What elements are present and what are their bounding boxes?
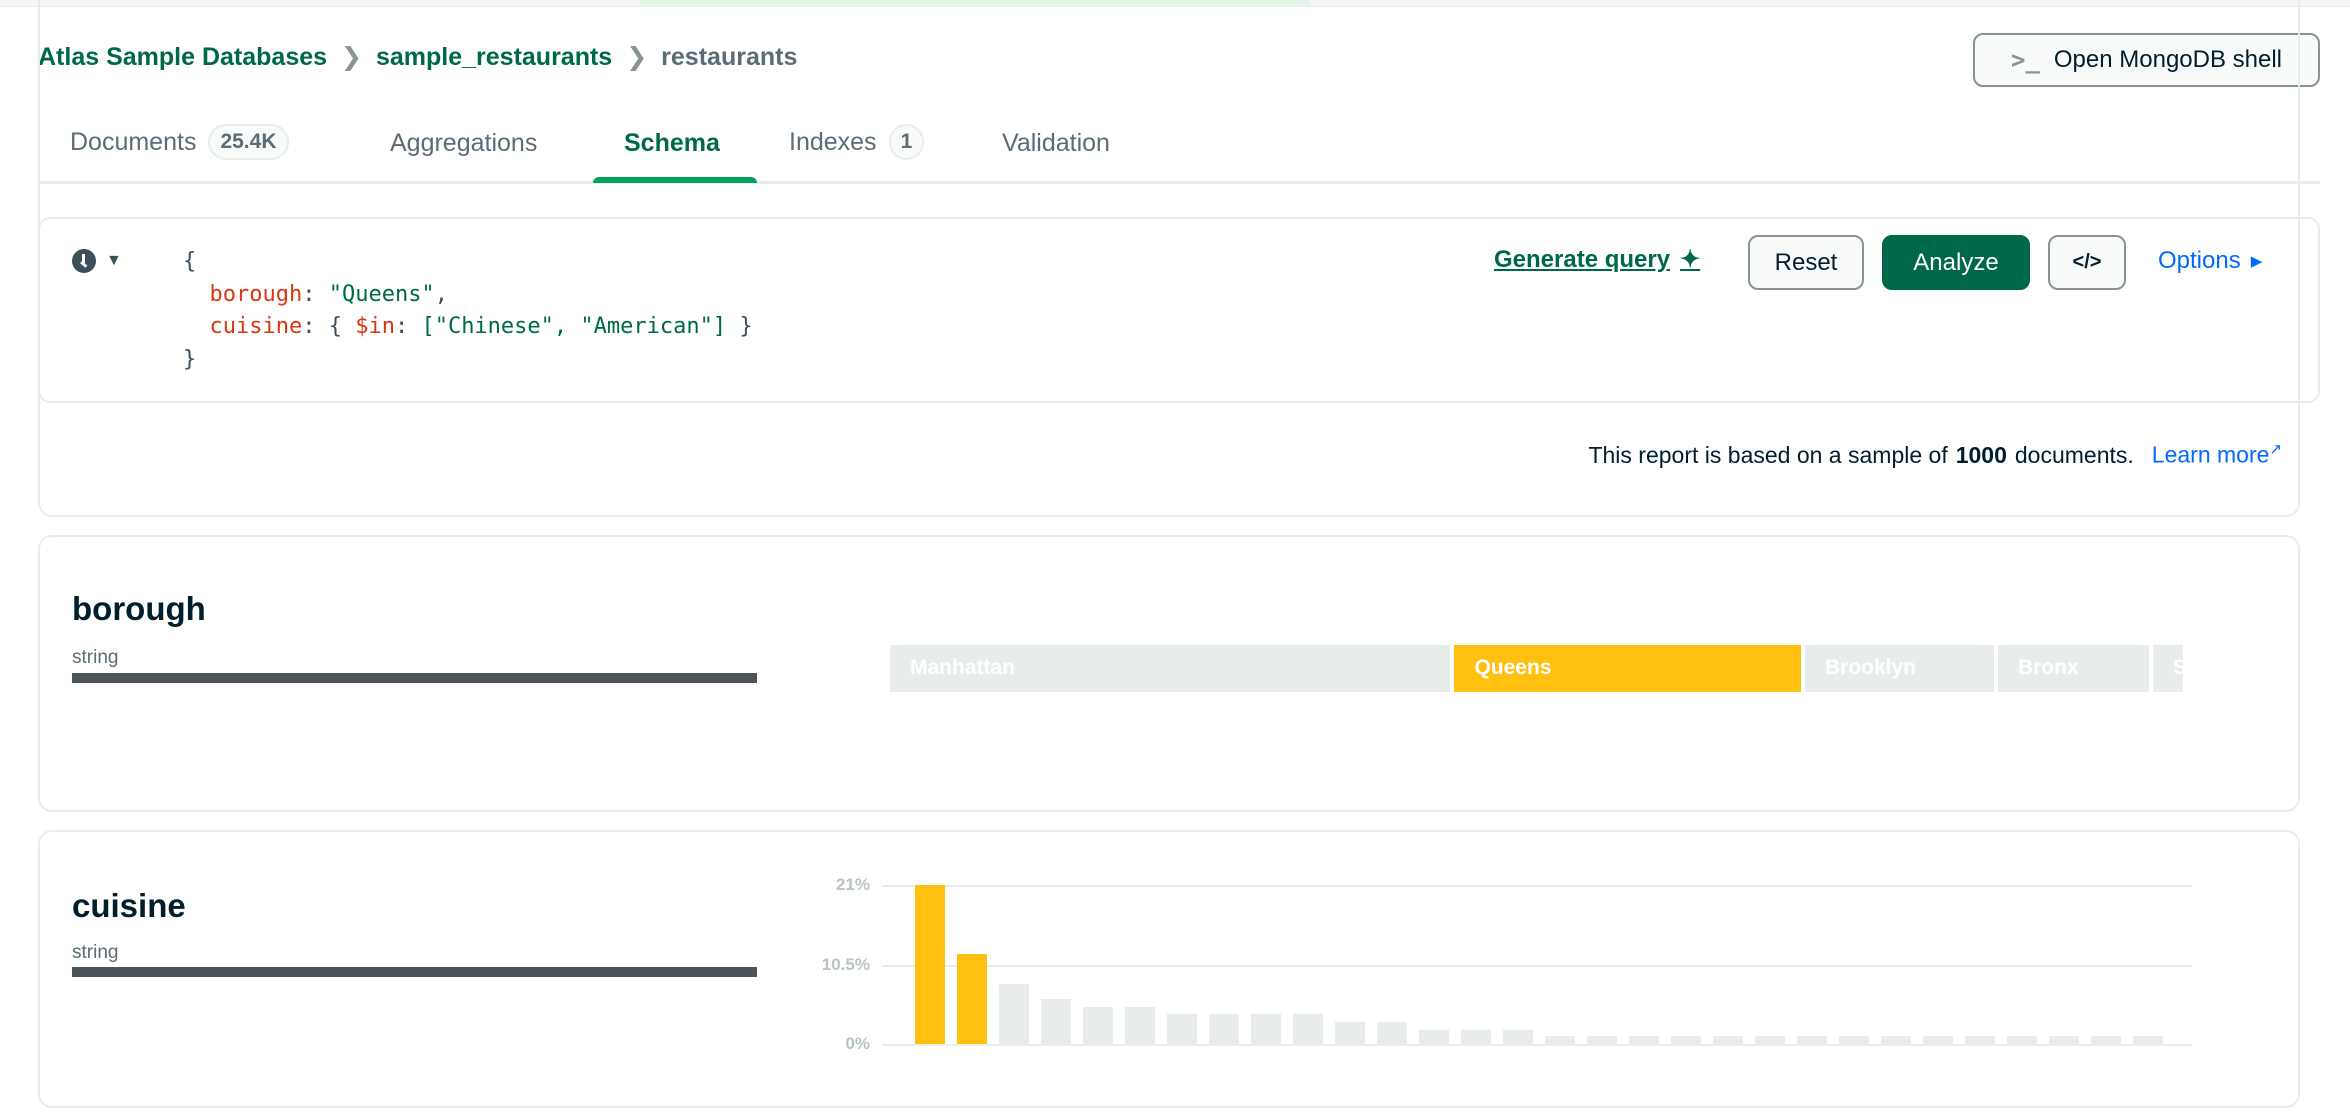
previous-field-card [38, 0, 2300, 517]
cuisine-bar[interactable] [1545, 1036, 1575, 1044]
cuisine-bar[interactable] [1209, 1014, 1239, 1044]
cuisine-bar[interactable] [1503, 1029, 1533, 1044]
borough-segment-manhattan[interactable]: Manhattan [890, 645, 1451, 692]
cuisine-bar[interactable] [2049, 1036, 2079, 1044]
cuisine-bar[interactable] [1461, 1029, 1491, 1044]
cuisine-bar[interactable] [1923, 1036, 1953, 1044]
cuisine-bar[interactable] [1335, 1022, 1365, 1044]
cuisine-bar[interactable] [1713, 1036, 1743, 1044]
gridline [882, 964, 2192, 967]
y-tick-label: 21% [835, 875, 870, 894]
cuisine-bar[interactable] [1167, 1014, 1197, 1044]
cuisine-bar[interactable] [1587, 1036, 1617, 1044]
cuisine-bar[interactable] [1755, 1036, 1785, 1044]
field-card-cuisine: cuisine string 21% 10.5% 0% [38, 830, 2300, 1108]
cuisine-bar[interactable] [1251, 1014, 1281, 1044]
y-tick-label: 0% [845, 1034, 870, 1053]
gridline [882, 885, 2192, 887]
field-type: string [72, 647, 119, 668]
cuisine-bar[interactable] [1419, 1029, 1449, 1044]
cuisine-bar[interactable] [1881, 1036, 1911, 1044]
cuisine-bar[interactable] [1629, 1036, 1659, 1044]
cuisine-bar[interactable] [915, 885, 945, 1044]
y-tick-label: 10.5% [821, 954, 870, 974]
gridline [882, 1044, 2192, 1046]
cuisine-bar[interactable] [1671, 1036, 1701, 1044]
borough-value-chart: ManhattanQueensBrooklynBronxStaten Islan… [890, 645, 2187, 692]
borough-segment-brooklyn[interactable]: Brooklyn [1804, 645, 1994, 692]
type-distribution-bar[interactable] [72, 673, 757, 683]
cuisine-bar[interactable] [1377, 1022, 1407, 1044]
cuisine-bar[interactable] [1125, 1006, 1155, 1044]
borough-segment-queens[interactable]: Queens [1454, 645, 1801, 692]
cuisine-bar[interactable] [1041, 998, 1071, 1044]
borough-segment-staten-island[interactable]: Staten Island [2152, 645, 2183, 692]
cuisine-bar[interactable] [1965, 1036, 1995, 1044]
cuisine-bar[interactable] [2091, 1036, 2121, 1044]
cuisine-bar[interactable] [999, 984, 1029, 1044]
cuisine-bar[interactable] [1083, 1006, 1113, 1044]
cuisine-bar[interactable] [957, 953, 987, 1044]
cuisine-bar[interactable] [1839, 1036, 1869, 1044]
cuisine-bar[interactable] [1293, 1014, 1323, 1044]
borough-segment-bronx[interactable]: Bronx [1997, 645, 2149, 692]
cuisine-bar[interactable] [1797, 1036, 1827, 1044]
cuisine-bar[interactable] [2133, 1036, 2163, 1044]
cuisine-bar[interactable] [2007, 1036, 2037, 1044]
field-name: borough [72, 590, 206, 627]
cuisine-value-chart: 21% 10.5% 0% [40, 832, 2302, 1110]
field-card-borough: borough string Manhattan Queens Brooklyn Br… [38, 535, 2300, 812]
